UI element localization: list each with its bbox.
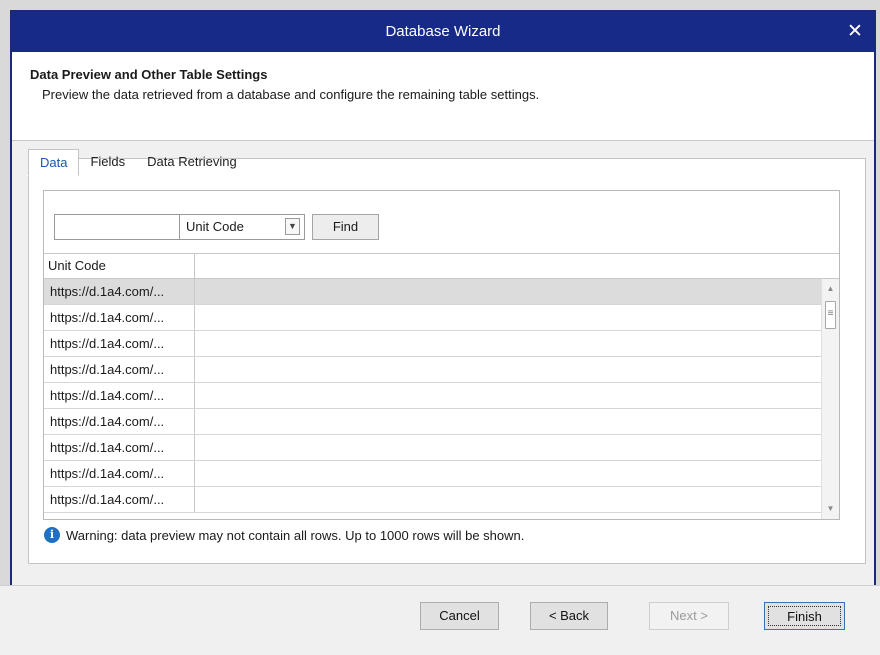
table-cell: https://d.1a4.com/... [44, 409, 195, 434]
tab-fields[interactable]: Fields [79, 149, 136, 174]
table-row[interactable]: https://d.1a4.com/... [44, 435, 821, 461]
data-grid: Unit Code https://d.1a4.com/... https://… [44, 253, 839, 519]
finish-button[interactable]: Finish [764, 602, 845, 630]
tab-data[interactable]: Data [28, 149, 80, 176]
close-icon[interactable]: ✕ [836, 12, 874, 52]
table-row[interactable]: https://d.1a4.com/... [44, 357, 821, 383]
tab-data-retrieving[interactable]: Data Retrieving [136, 149, 248, 174]
cancel-button[interactable]: Cancel [420, 602, 499, 630]
table-cell: https://d.1a4.com/... [44, 383, 195, 408]
scroll-up-icon[interactable]: ▲ [822, 281, 839, 297]
page-title: Data Preview and Other Table Settings [30, 67, 268, 82]
window-title: Database Wizard [385, 23, 501, 40]
wizard-header: Data Preview and Other Table Settings Pr… [12, 52, 874, 141]
title-bar[interactable]: Database Wizard ✕ [12, 12, 874, 52]
column-header-unit-code[interactable]: Unit Code [44, 254, 195, 279]
scroll-thumb[interactable]: ≡ [825, 301, 836, 329]
table-cell: https://d.1a4.com/... [44, 331, 195, 356]
back-button[interactable]: < Back [530, 602, 608, 630]
table-row[interactable]: https://d.1a4.com/... [44, 331, 821, 357]
table-row[interactable]: https://d.1a4.com/... [44, 383, 821, 409]
search-input[interactable] [54, 214, 180, 240]
table-cell: https://d.1a4.com/... [44, 461, 195, 486]
warning-message: i Warning: data preview may not contain … [44, 526, 524, 544]
scroll-down-icon[interactable]: ▼ [822, 501, 839, 517]
find-button[interactable]: Find [312, 214, 379, 240]
table-cell: https://d.1a4.com/... [44, 487, 195, 512]
search-field-value: Unit Code [186, 219, 244, 234]
table-row[interactable]: https://d.1a4.com/... [44, 487, 821, 513]
info-icon: i [44, 527, 60, 543]
chevron-down-icon[interactable]: ▼ [285, 218, 300, 235]
grid-header: Unit Code [44, 253, 839, 279]
table-cell: https://d.1a4.com/... [44, 305, 195, 330]
table-row[interactable]: https://d.1a4.com/... [44, 279, 821, 305]
data-preview-panel: Unit Code ▼ Find Unit Code https://d.1a4… [43, 190, 840, 520]
table-row[interactable]: https://d.1a4.com/... [44, 305, 821, 331]
table-cell: https://d.1a4.com/... [44, 279, 195, 304]
search-field-select[interactable]: Unit Code ▼ [180, 214, 305, 240]
tab-strip: Data Fields Data Retrieving [28, 149, 248, 176]
warning-text: Warning: data preview may not contain al… [66, 527, 525, 543]
vertical-scrollbar[interactable]: ▲ ≡ ▼ [821, 279, 839, 519]
table-cell: https://d.1a4.com/... [44, 357, 195, 382]
table-cell: https://d.1a4.com/... [44, 435, 195, 460]
next-button[interactable]: Next > [649, 602, 729, 630]
table-row[interactable]: https://d.1a4.com/... [44, 461, 821, 487]
finish-button-label: Finish [768, 606, 841, 626]
search-bar: Unit Code ▼ Find [54, 214, 379, 242]
page-subtitle: Preview the data retrieved from a databa… [42, 87, 540, 102]
grid-body: https://d.1a4.com/... https://d.1a4.com/… [44, 279, 821, 519]
table-row[interactable]: https://d.1a4.com/... [44, 409, 821, 435]
button-bar: Cancel < Back Next > Finish [0, 585, 880, 655]
